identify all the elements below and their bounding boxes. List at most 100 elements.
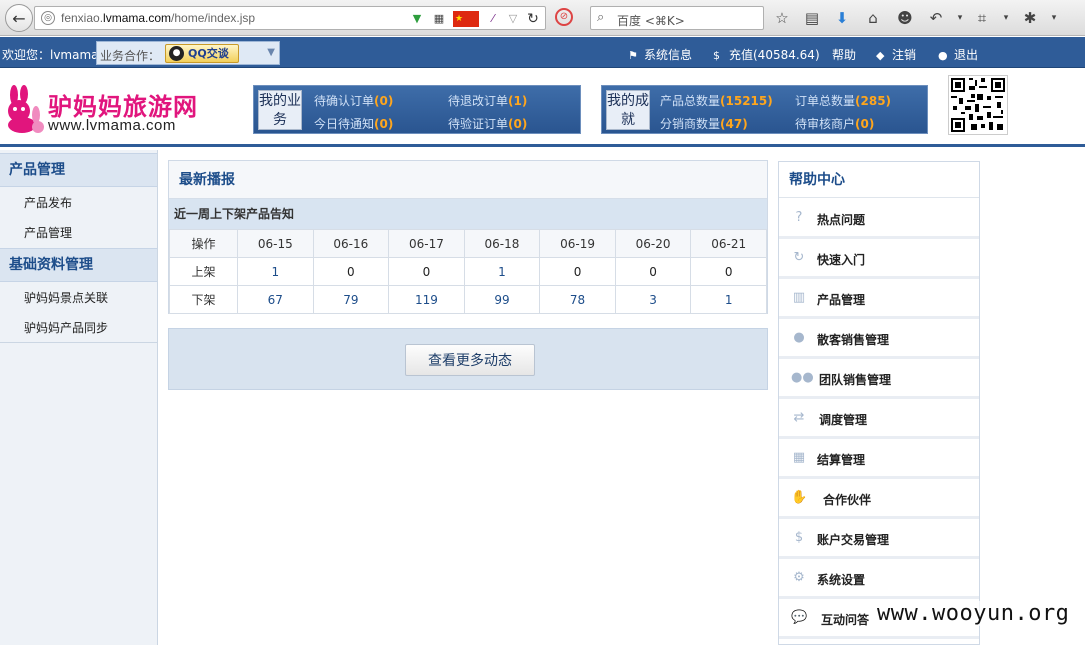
undo-dropdown-icon[interactable]: ▾ <box>950 8 970 28</box>
table-cell[interactable]: 119 <box>388 285 465 314</box>
help-link[interactable]: 帮助 <box>832 46 856 63</box>
help-item-9[interactable]: $ 账户交易管理 <box>779 519 979 559</box>
help-item-5[interactable]: ●● 团队销售管理 <box>779 359 979 399</box>
pending-refund-orders[interactable]: 待退改订单(1) <box>448 92 527 109</box>
sidebar-heading-product-management[interactable]: 产品管理 <box>0 153 157 187</box>
menu-dropdown-icon[interactable]: ▾ <box>1044 8 1064 28</box>
address-bar[interactable]: ◎ fenxiao.lvmama.com/home/index.jsp ▼ ▦ … <box>34 6 546 30</box>
lvmama-logo[interactable]: 驴妈妈旅游网 www.lvmama.com <box>2 85 198 135</box>
bookmark-star-icon[interactable]: ☆ <box>772 8 792 28</box>
reading-list-icon[interactable]: ▤ <box>802 8 822 28</box>
flag-icon: ⚑ <box>628 49 638 62</box>
bug-icon[interactable]: ✱ <box>1020 8 1040 28</box>
help-item-6[interactable]: ⇄ 调度管理 <box>779 399 979 439</box>
my-business-title: 我的业务 <box>258 90 302 130</box>
weekly-listing-subtitle: 近一周上下架产品告知 <box>169 199 767 229</box>
sidebar-item-product-manage[interactable]: 产品管理 <box>24 224 72 241</box>
feather-icon[interactable]: ⁄ <box>485 11 501 27</box>
table-cell: 0 <box>539 257 616 286</box>
exit-link[interactable]: ● 退出 <box>938 46 978 63</box>
group-icon: ●● <box>791 370 814 385</box>
table-cell[interactable]: 79 <box>312 285 390 314</box>
help-item-10[interactable]: ⚙ 系统设置 <box>779 559 979 599</box>
download-icon[interactable]: ⬇ <box>832 8 852 28</box>
stat-count: (47) <box>720 117 748 131</box>
help-item-label: 系统设置 <box>817 573 866 587</box>
crop-icon[interactable]: ⌗ <box>972 8 992 28</box>
sidebar-item-product-publish[interactable]: 产品发布 <box>24 194 72 211</box>
help-item-1[interactable]: ? 热点问题 <box>779 199 979 239</box>
tag-icon: ◆ <box>876 49 885 62</box>
pending-review-merchants[interactable]: 待审核商户(0) <box>795 115 874 132</box>
help-item-3[interactable]: ▥ 产品管理 <box>779 279 979 319</box>
globe-icon: ◎ <box>41 11 55 25</box>
table-header-cell: 06-16 <box>312 229 390 258</box>
qq-penguin-icon: ● <box>169 46 184 61</box>
chat-bubble-icon[interactable]: ☻ <box>895 8 915 28</box>
dollar-icon: $ <box>713 49 720 62</box>
system-info-label: 系统信息 <box>644 48 693 62</box>
total-orders[interactable]: 订单总数量(285) <box>795 92 891 109</box>
undo-icon[interactable]: ↶ <box>926 8 946 28</box>
sidebar-heading-basic-data[interactable]: 基础资料管理 <box>0 248 157 282</box>
info-icon: ● <box>938 49 948 62</box>
stat-label: 待退改订单 <box>448 94 509 108</box>
my-achievement-box: 我的成就 产品总数量(15215) 订单总数量(285) 分销商数量(47) 待… <box>601 85 928 134</box>
help-item-4[interactable]: ● 散客销售管理 <box>779 319 979 359</box>
search-icon: ⌕ <box>597 10 605 25</box>
help-item-label: 散客销售管理 <box>817 333 890 347</box>
more-news-panel: 查看更多动态 <box>168 328 768 390</box>
pending-verify-orders[interactable]: 待验证订单(0) <box>448 115 527 132</box>
reload-icon[interactable]: ↻ <box>525 11 541 27</box>
crop-dropdown-icon[interactable]: ▾ <box>996 8 1016 28</box>
help-item-label: 互动问答 <box>821 613 870 627</box>
stat-label: 产品总数量 <box>660 94 721 108</box>
help-item-2[interactable]: ↻ 快速入门 <box>779 239 979 279</box>
table-cell[interactable]: 67 <box>237 285 314 314</box>
qq-chat-button[interactable]: ● QQ交谈 <box>165 44 239 63</box>
table-cell[interactable]: 3 <box>614 285 692 314</box>
table-cell[interactable]: 1 <box>237 257 314 286</box>
table-cell[interactable]: 1 <box>463 257 541 286</box>
book-icon: ▥ <box>792 290 806 305</box>
china-flag-icon[interactable]: ★ <box>453 11 479 27</box>
shield-icon[interactable]: ▼ <box>409 11 425 27</box>
view-more-news-button[interactable]: 查看更多动态 <box>405 344 535 376</box>
search-input[interactable]: ⌕ 百度 <⌘K> <box>590 6 764 30</box>
back-arrow-icon: ← <box>12 8 26 28</box>
table-header-row: 操作 06-15 06-16 06-17 06-18 06-19 06-20 0… <box>169 229 767 258</box>
url-text[interactable]: fenxiao.lvmama.com/home/index.jsp <box>61 11 255 25</box>
table-cell[interactable]: 78 <box>539 285 616 314</box>
block-addon-icon[interactable]: ⊘ <box>555 8 573 26</box>
help-item-7[interactable]: ▦ 结算管理 <box>779 439 979 479</box>
system-info-link[interactable]: ⚑ 系统信息 <box>628 46 692 63</box>
logout-link[interactable]: ◆ 注销 <box>876 46 916 63</box>
handshake-icon: ✋ <box>791 490 808 505</box>
help-item-8[interactable]: ✋ 合作伙伴 <box>779 479 979 519</box>
pending-confirm-orders[interactable]: 待确认订单(0) <box>314 92 393 109</box>
gears-icon: ⚙ <box>793 570 805 585</box>
table-cell: 0 <box>388 257 465 286</box>
table-cell[interactable]: 1 <box>690 285 767 314</box>
distributor-count[interactable]: 分销商数量(47) <box>660 115 748 132</box>
recharge-link[interactable]: $ 充值(40584.64) <box>713 46 820 63</box>
home-icon[interactable]: ⌂ <box>863 8 883 28</box>
sidebar-item-scenic-link[interactable]: 驴妈妈景点关联 <box>24 289 108 306</box>
dropdown-arrow-icon[interactable]: ▽ <box>505 11 521 27</box>
stat-count: (0) <box>508 117 528 131</box>
latest-news-title: 最新播报 <box>169 161 767 199</box>
sidebar-item-product-sync[interactable]: 驴妈妈产品同步 <box>24 319 108 336</box>
chevron-down-icon[interactable]: ▼ <box>267 47 275 58</box>
user-icon: ● <box>793 330 805 345</box>
table-header-cell: 06-21 <box>690 229 767 258</box>
qr-addon-icon[interactable]: ▦ <box>431 11 447 27</box>
table-row: 上架 1 0 0 1 0 0 0 <box>169 257 767 286</box>
watermark-text: www.wooyun.org <box>877 601 1070 626</box>
listing-table: 操作 06-15 06-16 06-17 06-18 06-19 06-20 0… <box>169 229 767 314</box>
business-cooperation-label: 业务合作： <box>100 49 161 63</box>
table-cell[interactable]: 99 <box>463 285 541 314</box>
back-button[interactable]: ← <box>5 4 33 32</box>
table-cell: 0 <box>312 257 390 286</box>
total-products[interactable]: 产品总数量(15215) <box>660 92 773 109</box>
today-pending-notices[interactable]: 今日待通知(0) <box>314 115 393 132</box>
